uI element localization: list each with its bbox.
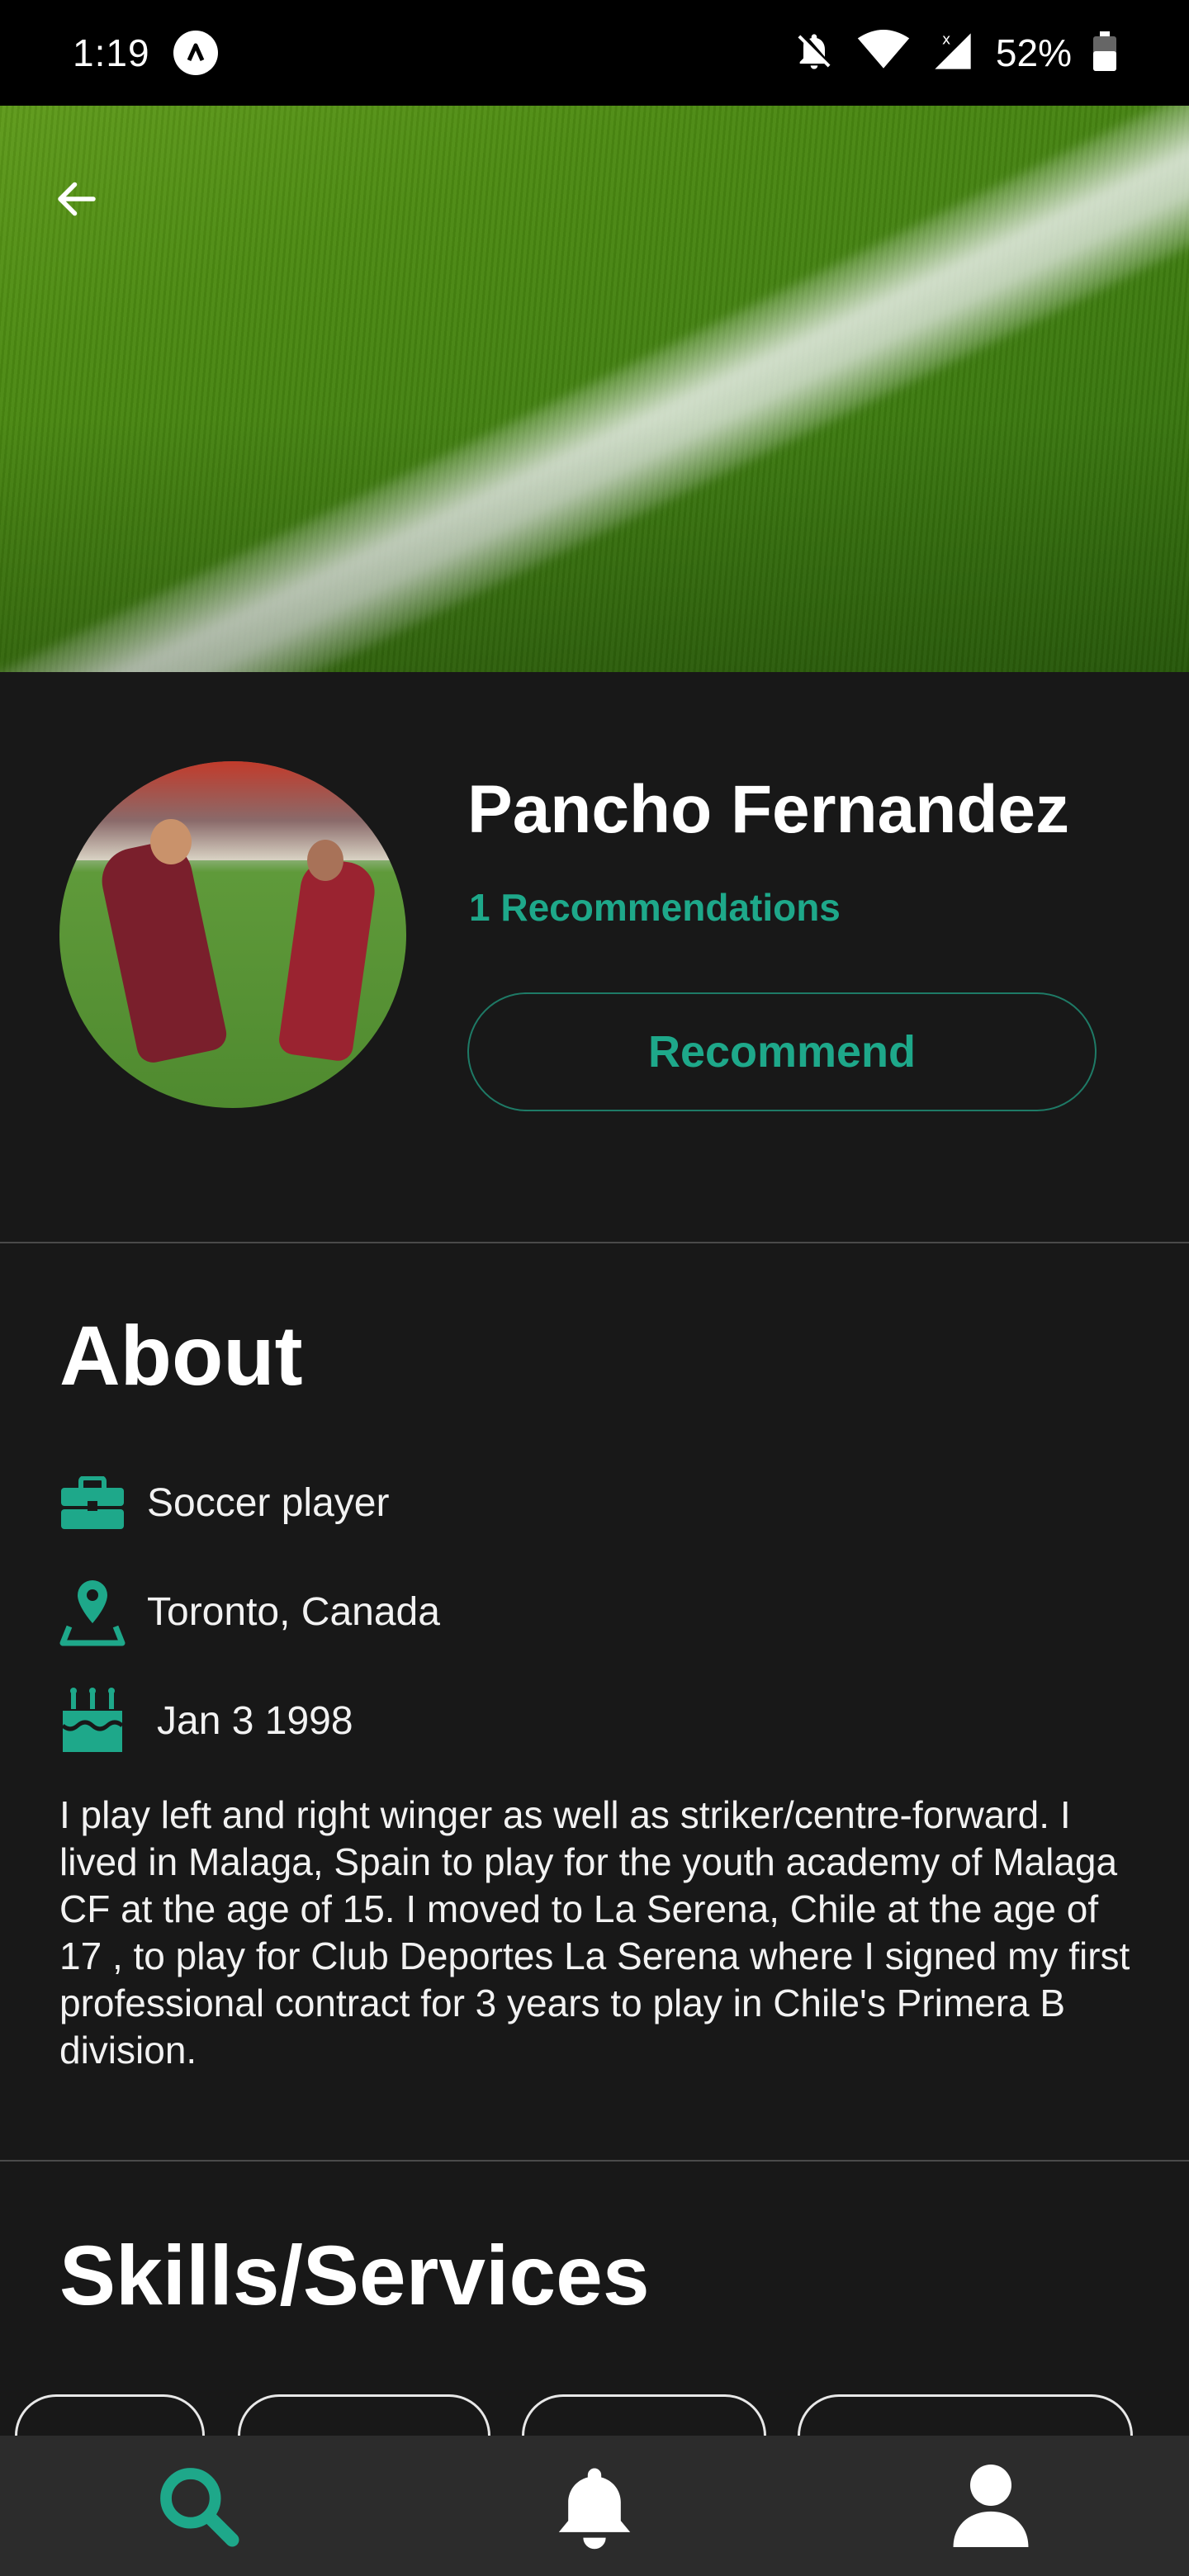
status-icons: x 52%	[793, 29, 1116, 77]
cell-signal-icon: x	[931, 30, 974, 77]
location-text: Toronto, Canada	[147, 1589, 440, 1634]
user-icon	[953, 2465, 1029, 2547]
birthday-text: Jan 3 1998	[157, 1698, 353, 1743]
occupation-row: Soccer player	[59, 1468, 389, 1537]
divider	[0, 2160, 1189, 2162]
search-icon	[160, 2468, 239, 2547]
wifi-icon	[857, 29, 910, 77]
birthday-row: Jan 3 1998	[59, 1686, 353, 1755]
profile-header: Pancho Fernandez 1 Recommendations Recom…	[0, 672, 1189, 1243]
status-bar: 1:19 x 52%	[0, 0, 1189, 106]
recommend-button[interactable]: Recommend	[467, 992, 1097, 1111]
bottom-nav	[0, 2436, 1189, 2576]
divider	[0, 1242, 1189, 1243]
nav-profile[interactable]	[933, 2448, 1049, 2564]
avatar[interactable]	[59, 761, 406, 1108]
briefcase-icon	[59, 1468, 126, 1537]
skills-title: Skills/Services	[59, 2228, 650, 2323]
back-arrow-icon	[58, 182, 96, 216]
battery-icon	[1093, 31, 1116, 76]
battery-percent: 52%	[995, 31, 1072, 74]
arc-logo-icon	[173, 31, 218, 75]
back-button[interactable]	[40, 162, 114, 236]
bell-off-icon	[793, 30, 836, 77]
occupation-text: Soccer player	[147, 1480, 390, 1525]
recommendation-count[interactable]: 1 Recommendations	[469, 885, 841, 930]
status-time: 1:19	[73, 31, 150, 74]
birthday-cake-icon	[59, 1686, 126, 1755]
header-image	[0, 106, 1189, 672]
profile-name: Pancho Fernandez	[467, 772, 1070, 847]
bio-text: I play left and right winger as well as …	[59, 1793, 1130, 2072]
location-pin-icon	[59, 1577, 126, 1646]
svg-text:x: x	[942, 31, 950, 48]
nav-notifications[interactable]	[537, 2448, 652, 2564]
location-row: Toronto, Canada	[59, 1577, 440, 1646]
about-title: About	[59, 1309, 303, 1403]
nav-search[interactable]	[140, 2448, 256, 2564]
bell-icon	[558, 2468, 631, 2550]
